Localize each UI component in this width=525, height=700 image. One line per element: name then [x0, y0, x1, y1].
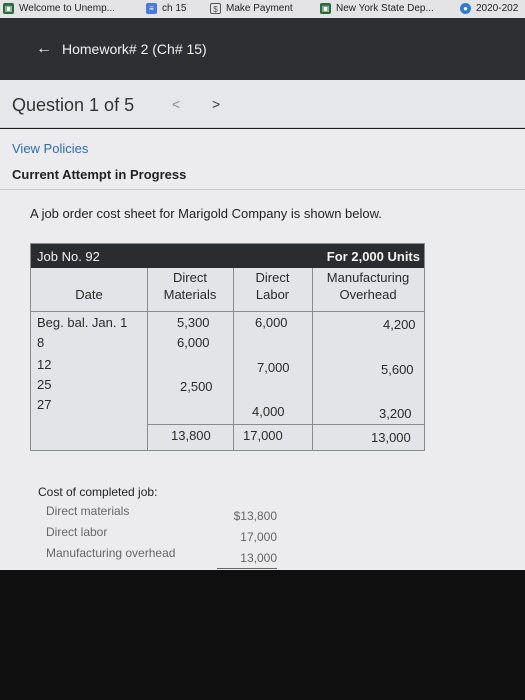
dm-header-line1: Direct	[173, 270, 207, 285]
row-date: 8	[37, 335, 45, 350]
unemployment-icon: ▣	[3, 3, 14, 14]
bookmark-make-payment[interactable]: $ Make Payment	[210, 3, 293, 14]
completed-item-value: 13,000	[240, 551, 277, 565]
bookmark-label: Welcome to Unemp...	[19, 3, 115, 14]
question-content: View Policies Current Attempt in Progres…	[0, 129, 525, 570]
completed-item-value: $13,800	[233, 509, 277, 523]
dl-header: Direct Labor	[233, 269, 312, 303]
date-header: Date	[75, 287, 103, 302]
question-prompt: A job order cost sheet for Marigold Comp…	[30, 206, 382, 221]
completed-job-title: Cost of completed job:	[38, 485, 158, 499]
bookmark-label: 2020-202	[476, 3, 519, 14]
job-number: Job No. 92	[37, 249, 100, 264]
total-underline	[217, 568, 277, 569]
bookmark-ch15[interactable]: ≡ ch 15	[146, 3, 186, 14]
bookmark-nys[interactable]: ▣ New York State Dep...	[320, 3, 434, 14]
bookmark-label: New York State Dep...	[336, 3, 434, 14]
row-dl: 6,000	[255, 315, 288, 330]
prev-question-button[interactable]: <	[172, 96, 180, 112]
total-dm: 13,800	[171, 428, 211, 443]
docs-icon: ≡	[146, 3, 157, 14]
row-moh: 3,200	[379, 406, 412, 421]
total-dl: 17,000	[243, 428, 283, 443]
sheet-header: Job No. 92 For 2,000 Units	[31, 244, 424, 268]
moh-header-line2: Overhead	[339, 287, 397, 302]
total-rule	[147, 424, 424, 425]
bookmark-label: ch 15	[162, 3, 187, 14]
row-date: Beg. bal. Jan. 1	[37, 315, 128, 330]
attempt-status: Current Attempt in Progress	[12, 167, 187, 182]
bookmark-2020[interactable]: ● 2020-202	[460, 3, 518, 14]
divider	[0, 189, 525, 190]
bookmarks-bar: ▣ Welcome to Unemp... ≡ ch 15 $ Make Pay…	[0, 0, 525, 18]
dm-header-line2: Materials	[163, 287, 217, 302]
globe-icon: ●	[460, 3, 471, 14]
moh-header: Manufacturing Overhead	[312, 269, 424, 303]
payment-icon: $	[210, 3, 221, 14]
back-link[interactable]: ← Homework# 2 (Ch# 15)	[36, 40, 207, 58]
row-moh: 4,200	[383, 317, 416, 332]
dl-header-line2: Labor	[255, 287, 290, 302]
completed-item-label: Direct labor	[46, 525, 108, 539]
dl-header-line1: Direct	[255, 270, 290, 285]
dark-area	[0, 570, 525, 700]
row-date: 27	[37, 397, 52, 412]
dm-header: Direct Materials	[147, 269, 233, 303]
row-dm: 5,300	[177, 315, 210, 330]
completed-item-label: Manufacturing overhead	[46, 546, 176, 560]
question-title: Question 1 of 5	[12, 95, 135, 115]
row-moh: 5,600	[381, 362, 414, 377]
back-arrow-icon: ←	[36, 40, 52, 57]
completed-item-value: 17,000	[240, 530, 277, 544]
view-policies-link[interactable]: View Policies	[12, 141, 88, 156]
nys-icon: ▣	[320, 3, 331, 14]
units-label: For 2,000 Units	[326, 249, 420, 264]
total-moh: 13,000	[371, 430, 411, 445]
job-cost-sheet: Job No. 92 For 2,000 Units Date Direct M…	[30, 243, 425, 451]
question-nav: Question 1 of 5 < >	[0, 80, 525, 128]
bookmark-label: Make Payment	[226, 3, 293, 14]
app-header: ← Homework# 2 (Ch# 15)	[0, 18, 525, 80]
header-rule	[31, 311, 424, 312]
row-dm: 2,500	[180, 379, 213, 394]
row-dl: 7,000	[257, 360, 290, 375]
row-dm: 6,000	[177, 335, 210, 350]
row-dl: 4,000	[252, 404, 285, 419]
row-date: 25	[37, 377, 52, 392]
completed-item-label: Direct materials	[46, 504, 130, 518]
moh-header-line1: Manufacturing	[326, 270, 410, 285]
bookmark-unemployment[interactable]: ▣ Welcome to Unemp...	[3, 3, 115, 14]
assignment-title: Homework# 2 (Ch# 15)	[62, 41, 207, 57]
next-question-button[interactable]: >	[212, 96, 220, 112]
row-date: 12	[37, 357, 52, 372]
